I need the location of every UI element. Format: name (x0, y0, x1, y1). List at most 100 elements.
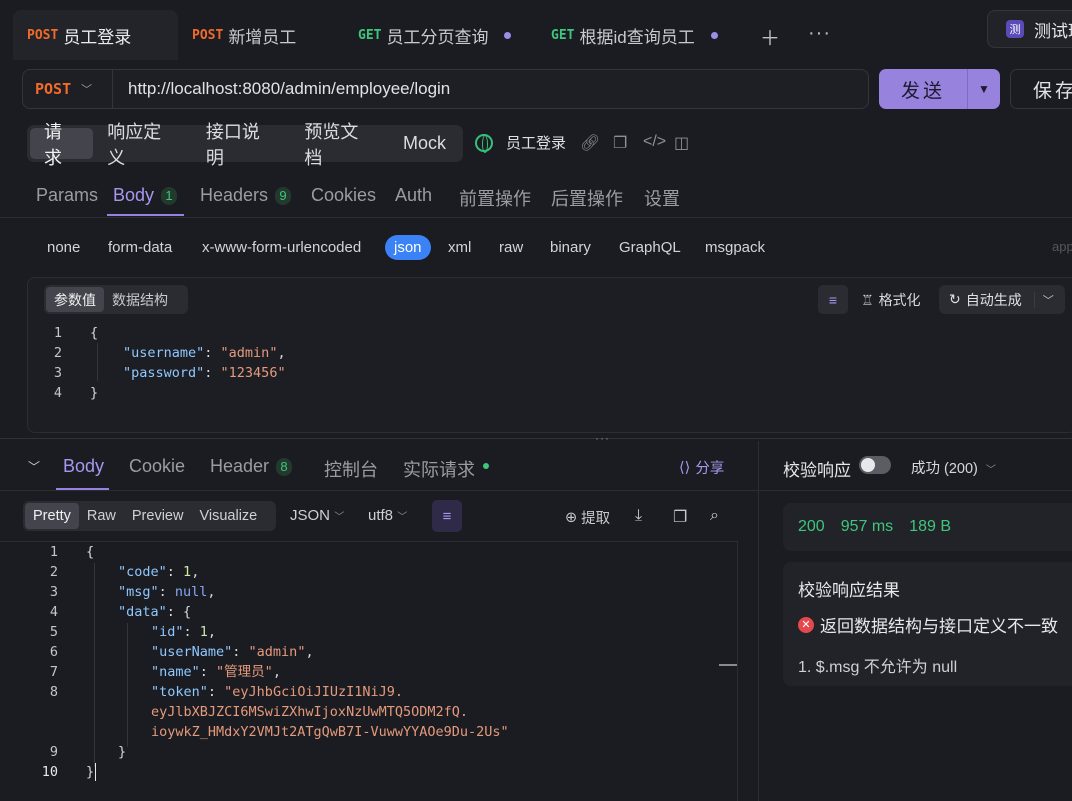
method-badge: GET (551, 27, 575, 43)
body-type-json[interactable]: json (385, 235, 431, 260)
validation-error-text: 返回数据结构与接口定义不一致 (820, 617, 1058, 636)
url-input[interactable]: http://localhost:8080/admin/employee/log… (128, 79, 450, 99)
divider (0, 217, 1072, 218)
body-type-form-data[interactable]: form-data (108, 239, 172, 256)
panel-splitter[interactable] (0, 438, 1072, 439)
tab-params[interactable]: Params (36, 185, 98, 206)
tab-response-cookie[interactable]: Cookie (129, 456, 185, 477)
code-line[interactable]: { (90, 323, 98, 343)
copy-icon[interactable]: ❐ (673, 507, 687, 527)
view-raw[interactable]: Raw (79, 503, 124, 529)
tab-headers[interactable]: Headers 9 (200, 185, 292, 206)
tab-auth[interactable]: Auth (395, 185, 432, 206)
code-line[interactable]: "password": "123456" (123, 363, 286, 383)
body-type-overflow: app (1052, 239, 1072, 254)
chevron-down-icon[interactable]: ▼ (968, 82, 1000, 96)
code-line: } (118, 744, 127, 760)
request-section-tabs: 请求 响应定义 接口说明 预览文档 Mock (27, 122, 463, 168)
divider (759, 490, 1072, 491)
line-number: 1 (49, 544, 58, 560)
send-button[interactable]: 发送 ▼ (879, 69, 1000, 109)
view-visualize[interactable]: Visualize (191, 503, 265, 529)
format-button[interactable]: ♖ 格式化 (861, 290, 921, 310)
tab-label: 新增员工 (228, 27, 297, 47)
plus-icon[interactable]: ＋ (760, 22, 780, 51)
tab-mock[interactable]: Mock (389, 128, 460, 159)
auto-generate-button[interactable]: ↻ 自动生成 ﹀ (939, 285, 1065, 314)
view-pretty[interactable]: Pretty (25, 503, 79, 529)
environment-select[interactable]: 测 测试环 (987, 10, 1072, 48)
code-line: { (86, 544, 95, 560)
tab-request[interactable]: 请求 (30, 122, 94, 168)
sidebar-toggle-icon[interactable]: ◫ (674, 133, 689, 153)
environment-badge: 测 (1006, 20, 1024, 38)
share-button[interactable]: ⟨⟩ 分享 (679, 457, 724, 478)
request-tab-employee-by-id[interactable]: GET 根据id查询员工 (537, 10, 741, 60)
tab-response-definition[interactable]: 响应定义 (93, 122, 192, 168)
validation-toggle[interactable] (859, 456, 891, 474)
request-tab-employee-login[interactable]: POST 员工登录 (13, 10, 178, 60)
body-type-none[interactable]: none (47, 239, 80, 256)
method-badge: POST (27, 27, 59, 43)
save-button[interactable]: 保存 (1010, 69, 1072, 109)
collapse-icon[interactable]: ﹀ (28, 458, 40, 475)
search-icon[interactable]: ⌕ (710, 507, 719, 525)
format-label: 格式化 (878, 292, 921, 308)
tab-param-values[interactable]: 参数值 (46, 287, 104, 312)
tab-label: 根据id查询员工 (579, 27, 695, 47)
tab-preview-doc[interactable]: 预览文档 (290, 122, 389, 168)
method-select[interactable]: POST ﹀ (23, 70, 113, 108)
code-line: "name": "管理员", (151, 664, 281, 680)
tab-api-description[interactable]: 接口说明 (192, 122, 291, 168)
code-line: "data": { (118, 604, 192, 620)
response-time: 957 ms (840, 518, 894, 535)
tab-data-schema[interactable]: 数据结构 (104, 287, 176, 312)
tab-pre-operations[interactable]: 前置操作 (459, 185, 531, 211)
tab-label: 员工分页查询 (386, 27, 489, 47)
panel-divider[interactable] (758, 441, 759, 801)
text-cursor (95, 763, 96, 781)
code-line[interactable]: } (90, 383, 98, 403)
format-icon: ♖ (861, 291, 874, 308)
body-type-graphql[interactable]: GraphQL (619, 239, 681, 256)
method-badge: GET (358, 27, 382, 43)
tab-response-header[interactable]: Header 8 (210, 456, 293, 477)
line-number: 3 (53, 365, 62, 381)
copy-icon[interactable]: ❐ (613, 133, 627, 153)
body-type-xml[interactable]: xml (448, 239, 471, 256)
api-name: 员工登录 (475, 132, 566, 153)
code-line[interactable]: "username": "admin", (123, 343, 286, 363)
body-type-msgpack[interactable]: msgpack (705, 239, 765, 256)
body-type-binary[interactable]: binary (550, 239, 591, 256)
tab-post-operations[interactable]: 后置操作 (551, 185, 623, 211)
tab-response-body[interactable]: Body (63, 456, 104, 477)
error-icon: ✕ (798, 616, 814, 633)
indent-guide (97, 343, 98, 381)
tab-console[interactable]: 控制台 (324, 456, 378, 482)
code-icon[interactable]: </> (643, 133, 666, 151)
format-select[interactable]: JSON ﹀ (290, 507, 344, 524)
drag-handle-icon[interactable]: ··· (595, 431, 610, 445)
download-icon[interactable]: ⤓ (635, 507, 642, 525)
wrap-lines-icon[interactable]: ≡ (432, 500, 462, 532)
response-definition-select[interactable]: 成功 (200) ﹀ (911, 457, 996, 478)
extract-button[interactable]: ⊕ 提取 (565, 507, 610, 528)
view-preview[interactable]: Preview (124, 503, 192, 529)
encoding-select[interactable]: utf8 ﹀ (368, 507, 407, 524)
environment-label: 测试环 (1034, 21, 1072, 41)
wrap-lines-icon[interactable]: ≡ (818, 285, 848, 314)
body-type-raw[interactable]: raw (499, 239, 523, 256)
more-icon[interactable]: ··· (808, 22, 831, 45)
tab-settings[interactable]: 设置 (644, 185, 680, 211)
chevron-down-icon[interactable]: ﹀ (1033, 291, 1054, 308)
line-number: 2 (53, 345, 62, 361)
body-type-urlencoded[interactable]: x-www-form-urlencoded (202, 239, 361, 256)
link-icon[interactable]: 🔗︎ (580, 133, 600, 153)
request-tab-add-employee[interactable]: POST 新增员工 (178, 10, 343, 60)
tab-actual-request[interactable]: 实际请求 (403, 456, 489, 482)
tab-cookies[interactable]: Cookies (311, 185, 376, 206)
scrollbar-marker[interactable] (719, 664, 737, 666)
tab-body[interactable]: Body 1 (113, 185, 178, 206)
request-tab-employee-page[interactable]: GET 员工分页查询 (344, 10, 536, 60)
active-tab-indicator (107, 214, 184, 216)
